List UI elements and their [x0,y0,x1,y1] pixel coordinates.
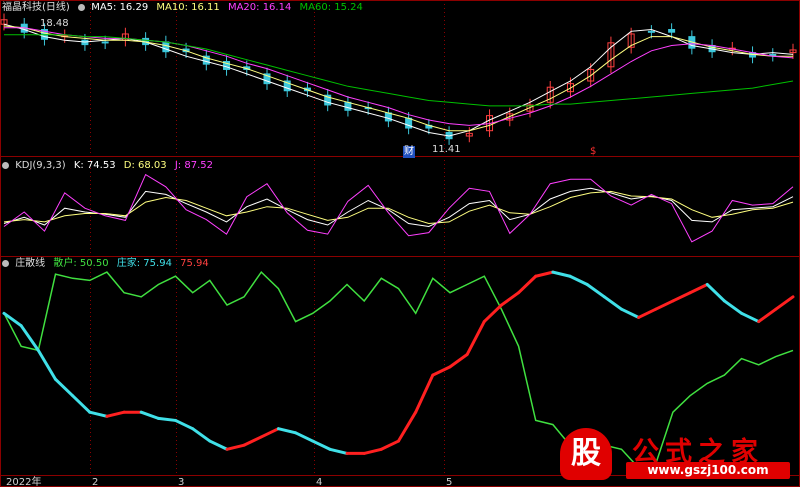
retail-label: 散户: 50.50 [53,258,109,269]
dealer-label: 庄家: 75.94 [116,258,172,269]
ma60-label: MA60: 15.24 [299,2,363,13]
ma5-label: MA5: 16.29 [91,2,149,13]
dealer-segment [448,353,469,369]
dealer-segment [379,439,400,451]
dealer-segment [139,410,160,420]
dealer-segment [757,307,778,324]
time-axis-label: 3 [178,477,184,487]
dealer-segment [311,439,332,451]
time-axis-label: 5 [446,477,452,487]
candle-body [101,41,109,44]
site-url: www.gszj100.com [626,462,790,479]
high-price-label: 18.48 [40,18,69,29]
candle-body [668,29,676,33]
time-axis-label: 4 [316,477,322,487]
stock-glyph-icon: 股 [560,428,612,480]
stock-chart-canvas[interactable]: 2022年 2 3 4 5 [0,0,800,487]
candle-body [344,101,352,111]
price-legend: 福晶科技(日线) MA5: 16.29 MA10: 16.11 MA20: 16… [2,2,368,14]
kdj-j-label: J: 87.52 [174,160,213,171]
dealer-segment [534,270,555,278]
stock-title: 福晶科技(日线) [2,2,70,13]
kdj-line-k [3,187,794,228]
dividend-marker-icon[interactable]: $ [590,146,596,158]
dealer-segment [551,270,572,278]
dealer-segment [397,410,418,443]
dealer-segment [174,418,195,431]
candle-body [384,112,392,122]
settings-dot-icon[interactable] [78,4,85,11]
ma-line-ma10 [3,25,793,132]
dealer-segment [36,348,57,381]
dealer-segment [637,307,658,319]
price-panel[interactable] [0,13,797,145]
candle-body [647,30,655,33]
dealer-segment [191,427,212,443]
zhuangsan-title: 庄散线 [15,258,46,269]
settings-dot-icon[interactable] [2,260,9,267]
kdj-d-label: D: 68.03 [123,160,167,171]
dealer-segment [602,295,623,311]
dealer-segment [654,299,675,311]
dealer-segment [465,320,486,357]
dealer-segment [53,377,75,398]
dealer-segment [242,435,263,447]
ma20-label: MA20: 16.14 [227,2,292,13]
dealer-segment [259,427,280,439]
dealer-segment [105,410,126,418]
dealer-segment [774,295,795,311]
dealer-segment [722,299,744,315]
dealer-segment [688,282,709,295]
watermark-logo: 股 公式之家 www.gszj100.com [556,428,794,484]
dealer-segment [208,439,229,451]
kdj-line-d [3,190,794,225]
dealer-segment [225,443,246,451]
ma10-label: MA10: 16.11 [156,2,220,13]
dealer-segment [431,365,452,377]
ma-line-ma20 [4,27,794,126]
low-price-label: 11.41 [432,144,461,155]
dealer-segment [156,416,178,422]
dealer-segment [671,291,692,303]
kdj-line-j [3,173,794,243]
time-axis: 2022年 2 3 4 5 [6,475,452,487]
dealer-segment [362,447,383,455]
time-axis-label: 2 [92,477,98,487]
dealer-segment [414,373,435,414]
dealer-segment [705,282,726,303]
kdj-title: KDJ(9,3,3) [15,160,66,171]
dealer-segment [740,311,761,324]
dealer-segment [619,307,641,319]
candle-body [769,53,777,56]
zhuangsan-legend: 庄散线 散户: 50.50 庄家: 75.94 75.94 [2,258,214,270]
time-axis-label: 2022年 [6,475,41,487]
dealer-segment [482,303,503,324]
dealer-segment [276,427,298,435]
dealer-segment [568,274,589,286]
dealer-segment [585,282,606,299]
kdj-legend: KDJ(9,3,3) K: 74.53 D: 68.03 J: 87.52 [2,160,218,172]
dealer-segment [71,394,92,414]
finance-marker-icon[interactable]: 财 [403,146,415,158]
kdj-k-label: K: 74.53 [73,160,116,171]
dealer-segment [294,431,315,443]
kdj-panel[interactable] [3,173,794,243]
dealer-segment [499,291,521,307]
dealer-segment [517,274,538,295]
ma-line-ma5 [3,23,794,137]
dealer-last-label: 75.94 [180,258,209,269]
dealer-segment [88,410,109,418]
dealer-segment [328,447,349,455]
settings-dot-icon[interactable] [2,162,9,169]
